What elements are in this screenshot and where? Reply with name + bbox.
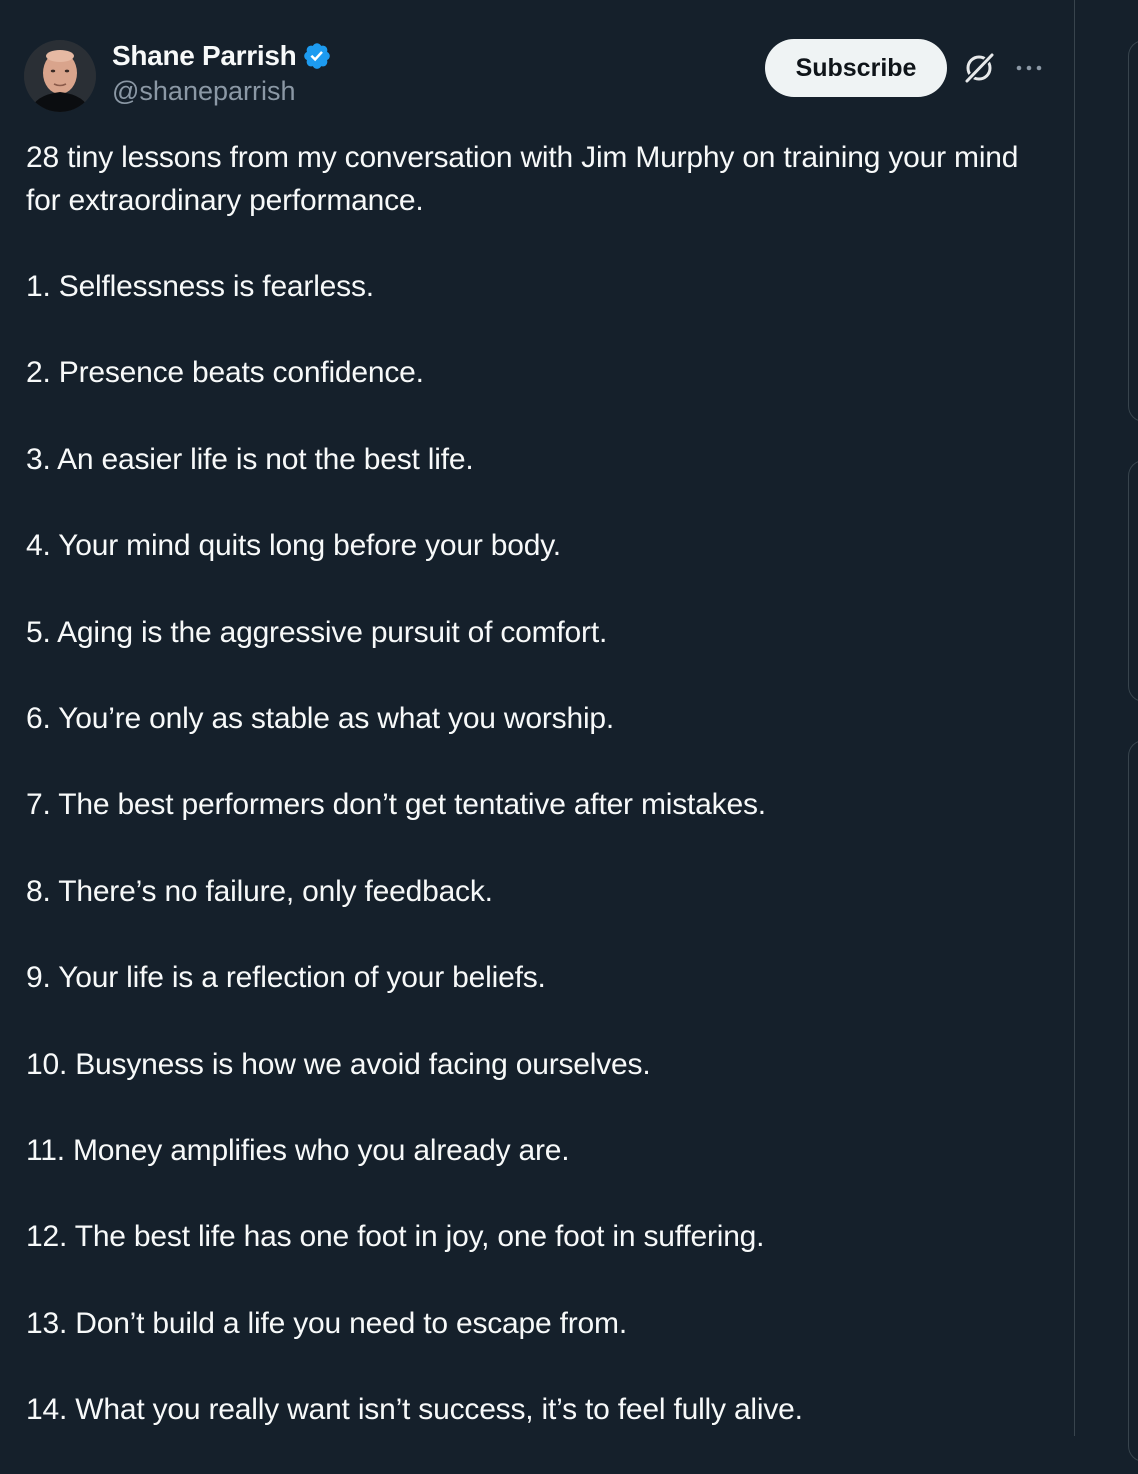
lesson-item: 11. Money amplifies who you already are. [26,1133,570,1167]
lesson-item: 2. Presence beats confidence. [26,356,424,390]
lesson-item: 13. Don’t build a life you need to escap… [26,1306,627,1340]
lesson-item: 14. What you really want isn’t success, … [26,1393,803,1427]
lesson-item: 3. An easier life is not the best life. [26,442,474,476]
lesson-item: 9. Your life is a reflection of your bel… [26,961,546,995]
author-handle[interactable]: @shaneparrish [112,76,296,107]
lesson-item: 10. Busyness is how we avoid facing ours… [26,1047,651,1081]
lesson-item: 1. Selflessness is fearless. [26,270,374,303]
lesson-item: 7. The best performers don’t get tentati… [26,788,766,822]
tweet-text: 28 tiny lessons from my conversation wit… [26,136,1036,1474]
author-name[interactable]: Shane Parrish [112,40,297,72]
tweet-intro: 28 tiny lessons from my conversation wit… [26,141,1019,217]
lesson-item: 12. The best life has one foot in joy, o… [26,1220,765,1254]
lesson-item: 5. Aging is the aggressive pursuit of co… [26,615,608,649]
lesson-item: 8. There’s no failure, only feedback. [26,874,493,908]
avatar-portrait-icon [24,40,96,112]
tweet-column: Shane Parrish @shaneparrish Subscribe 28… [0,0,1075,1436]
sidebar-card-edge [1128,40,1138,422]
lesson-item: 4. Your mind quits long before your body… [26,529,561,563]
avatar[interactable] [24,40,96,112]
author-name-row[interactable]: Shane Parrish [112,40,332,72]
verified-badge-icon [304,43,331,69]
grok-icon[interactable] [962,51,996,85]
sidebar-card-edge [1128,460,1138,702]
more-options-icon[interactable] [1012,56,1046,80]
sidebar-card-edge [1128,740,1138,1462]
subscribe-button[interactable]: Subscribe [765,39,947,97]
lesson-item: 6. You’re only as stable as what you wor… [26,701,615,735]
right-sidebar-edge [1075,0,1138,1462]
